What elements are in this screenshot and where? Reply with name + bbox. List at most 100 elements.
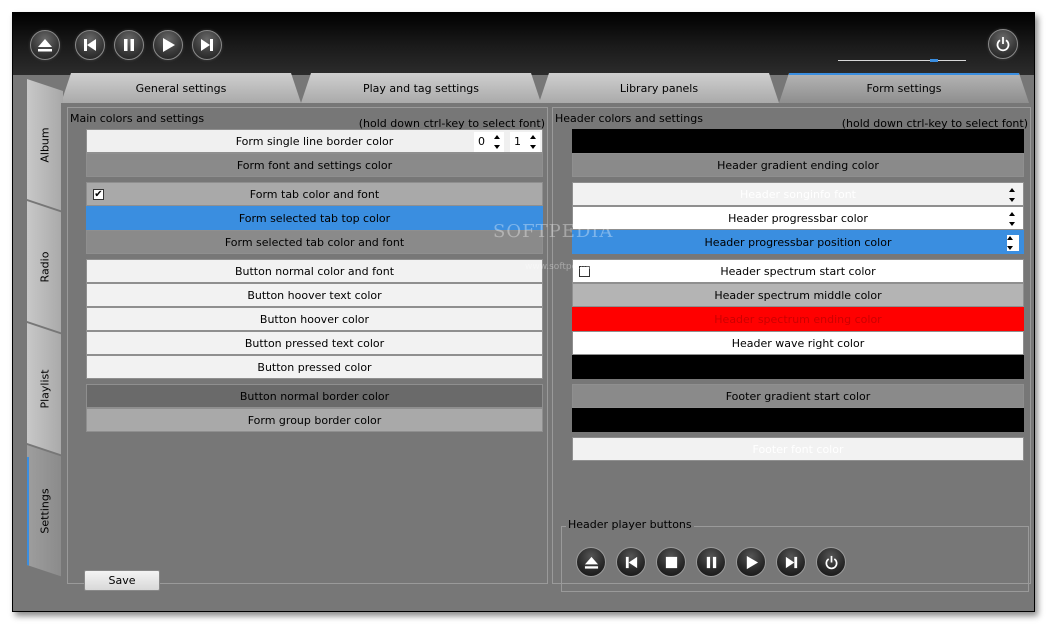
- tab-play-and-tag-settings[interactable]: Play and tag settings: [301, 73, 541, 103]
- footer-gradient-start-color-row[interactable]: Footer gradient start color: [572, 384, 1024, 408]
- pause-icon: [706, 556, 716, 568]
- pause-button[interactable]: [114, 30, 144, 60]
- side-tab-label: Settings: [38, 488, 52, 534]
- skip-next-icon: [201, 39, 213, 51]
- spinner-arrows-icon[interactable]: [1009, 187, 1017, 203]
- row-label: Button hoover color: [259, 313, 370, 326]
- group-next-button[interactable]: [776, 547, 806, 577]
- button-pressed-color-row[interactable]: Button pressed color: [86, 355, 543, 379]
- header-spectrum-middle-color-row[interactable]: Header spectrum middle color: [572, 283, 1024, 307]
- tab-form-settings[interactable]: Form settings: [779, 73, 1029, 103]
- row-label: Button pressed color: [257, 361, 372, 374]
- checkbox[interactable]: ✔: [93, 189, 104, 200]
- header-progressbar-position-color-row[interactable]: Header progressbar position color: [572, 230, 1024, 254]
- form-settings-content: Main colors and settings (hold down ctrl…: [61, 103, 1034, 593]
- header-songinfo-font-row[interactable]: Header songinfo font: [572, 182, 1024, 206]
- button-hoover-text-color-row[interactable]: Button hoover text color: [86, 283, 543, 307]
- border-width-spinner[interactable]: 0: [474, 132, 504, 152]
- tab-library-panels[interactable]: Library panels: [539, 73, 779, 103]
- form-group-border-color-row[interactable]: Form group border color: [86, 408, 543, 432]
- next-button[interactable]: [192, 30, 222, 60]
- spinner-arrows-icon[interactable]: [1009, 211, 1017, 227]
- form-single-line-border-color-row[interactable]: Form single line border color 0 1: [86, 129, 543, 153]
- save-button[interactable]: Save: [84, 570, 160, 591]
- skip-previous-icon: [625, 556, 637, 568]
- button-hoover-color-row[interactable]: Button hoover color: [86, 307, 543, 331]
- header-wave-right-color-row[interactable]: Header wave right color: [572, 331, 1024, 355]
- form-selected-tab-color-and-font-row[interactable]: Form selected tab color and font: [86, 230, 543, 254]
- eject-button[interactable]: [30, 30, 60, 60]
- power-icon: [996, 37, 1010, 52]
- form-font-and-settings-color-row[interactable]: Form font and settings color: [86, 153, 543, 177]
- play-button[interactable]: [153, 30, 183, 60]
- button-pressed-text-color-row[interactable]: Button pressed text color: [86, 331, 543, 355]
- softpedia-watermark: SOFTPEDIA: [493, 221, 614, 242]
- tab-label: Form settings: [866, 82, 942, 95]
- form-tab-color-and-font-row[interactable]: ✔ Form tab color and font: [86, 182, 543, 206]
- player-header: [13, 13, 1034, 75]
- footer-gradient-ending-color-row[interactable]: [572, 408, 1024, 432]
- row-label: Form font and settings color: [236, 159, 393, 172]
- group-stop-button[interactable]: [656, 547, 686, 577]
- spinner-arrows-icon[interactable]: [494, 134, 502, 150]
- power-icon: [825, 555, 837, 569]
- skip-next-icon: [785, 556, 797, 568]
- side-tabs: Album Radio Playlist Settings: [27, 79, 63, 599]
- power-button[interactable]: [988, 29, 1018, 59]
- panel-title: Header colors and settings: [555, 112, 703, 125]
- button-normal-border-color-row[interactable]: Button normal border color: [86, 384, 543, 408]
- button-normal-color-and-font-row[interactable]: Button normal color and font: [86, 259, 543, 283]
- side-tab-label: Album: [38, 127, 52, 163]
- row-label: Header gradient ending color: [717, 159, 879, 172]
- row-label: Header spectrum ending color: [714, 313, 882, 326]
- row-label: Button hoover text color: [247, 289, 382, 302]
- progress-bar[interactable]: [838, 59, 966, 62]
- side-tab-label: Radio: [38, 251, 52, 283]
- header-spectrum-ending-color-row[interactable]: Header spectrum ending color: [572, 307, 1024, 331]
- row-label: Button normal border color: [239, 390, 390, 403]
- row-label: Button pressed text color: [244, 337, 385, 350]
- main-colors-panel: Main colors and settings (hold down ctrl…: [67, 107, 548, 591]
- row-label: Header progressbar position color: [704, 236, 892, 249]
- spinner-arrows-icon[interactable]: [1007, 235, 1019, 251]
- header-spectrum-start-color-row[interactable]: Header spectrum start color: [572, 259, 1024, 283]
- row-label: Button normal color and font: [234, 265, 395, 278]
- group-previous-button[interactable]: [616, 547, 646, 577]
- header-progressbar-color-row[interactable]: Header progressbar color: [572, 206, 1024, 230]
- header-gradient-start-color-row[interactable]: [572, 129, 1024, 153]
- border-radius-spinner[interactable]: 1: [510, 132, 540, 152]
- pause-icon: [124, 39, 134, 51]
- side-tab-label: Playlist: [38, 369, 52, 409]
- row-label: Footer font color: [752, 443, 844, 456]
- side-tab-settings[interactable]: Settings: [27, 445, 63, 577]
- row-label: Form group border color: [247, 414, 382, 427]
- panel-title: Main colors and settings: [70, 112, 205, 125]
- group-eject-button[interactable]: [576, 547, 606, 577]
- row-label: Form selected tab top color: [238, 212, 391, 225]
- row-label: Form tab color and font: [249, 188, 380, 201]
- spinner-arrows-icon[interactable]: [530, 134, 538, 150]
- side-tab-radio[interactable]: Radio: [27, 201, 63, 333]
- side-tab-album[interactable]: Album: [27, 79, 63, 211]
- eject-icon: [584, 556, 598, 569]
- tab-label: General settings: [135, 82, 227, 95]
- header-gradient-ending-color-row[interactable]: Header gradient ending color: [572, 153, 1024, 177]
- previous-button[interactable]: [75, 30, 105, 60]
- form-selected-tab-top-color-row[interactable]: Form selected tab top color: [86, 206, 543, 230]
- header-wave-left-color-row[interactable]: [572, 355, 1024, 379]
- play-icon: [746, 555, 758, 569]
- row-label: Header wave right color: [731, 337, 865, 350]
- tab-general-settings[interactable]: General settings: [61, 73, 301, 103]
- eject-icon: [38, 39, 52, 52]
- row-label: Form single line border color: [235, 135, 394, 148]
- row-label: Header songinfo font: [740, 188, 856, 201]
- footer-font-color-row[interactable]: Footer font color: [572, 437, 1024, 461]
- app-window: General settings Play and tag settings L…: [12, 12, 1035, 612]
- side-tab-playlist[interactable]: Playlist: [27, 323, 63, 455]
- progress-position[interactable]: [930, 59, 938, 62]
- row-label: Form selected tab color and font: [224, 236, 405, 249]
- group-power-button[interactable]: [816, 547, 846, 577]
- group-pause-button[interactable]: [696, 547, 726, 577]
- settings-tabs: General settings Play and tag settings L…: [61, 73, 1035, 103]
- group-play-button[interactable]: [736, 547, 766, 577]
